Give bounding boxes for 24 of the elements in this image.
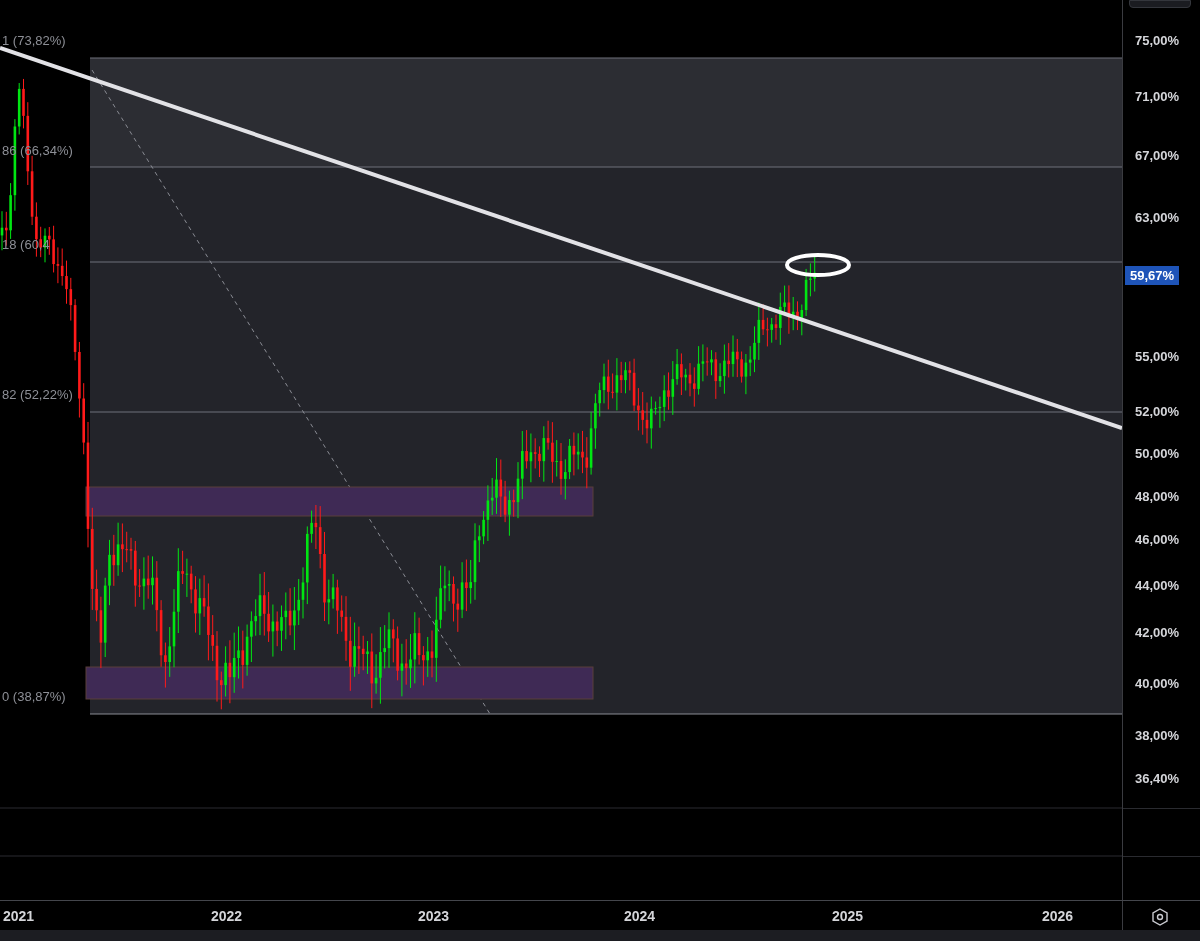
price-tick: 52,00% [1135,405,1180,418]
price-tick: 67,00% [1135,149,1180,162]
fib-level-label: 1 (73,82%) [2,34,66,47]
year-label: 2025 [832,909,864,923]
fib-level-label: 82 (52,22%) [2,388,73,401]
price-tick: 38,00% [1135,729,1180,742]
price-tick: 36,40% [1135,772,1180,785]
price-tick: 50,00% [1135,447,1180,460]
price-tick: 42,00% [1135,626,1180,639]
year-label: 2023 [418,909,450,923]
price-tick: 40,00% [1135,677,1180,690]
price-tick: 55,00% [1135,350,1180,363]
price-tick: 75,00% [1135,34,1180,47]
price-tick: 46,00% [1135,533,1180,546]
year-label: 2024 [624,909,656,923]
year-label: 2026 [1042,909,1074,923]
current-price-badge: 59,67% [1125,266,1180,285]
price-tick: 71,00% [1135,90,1180,103]
year-label: 2022 [211,909,243,923]
price-tick: 44,00% [1135,579,1180,592]
fib-level-label: 0 (38,87%) [2,690,66,703]
year-label: 2021 [3,909,35,923]
price-tick: 63,00% [1135,211,1180,224]
price-tick: 48,00% [1135,490,1180,503]
